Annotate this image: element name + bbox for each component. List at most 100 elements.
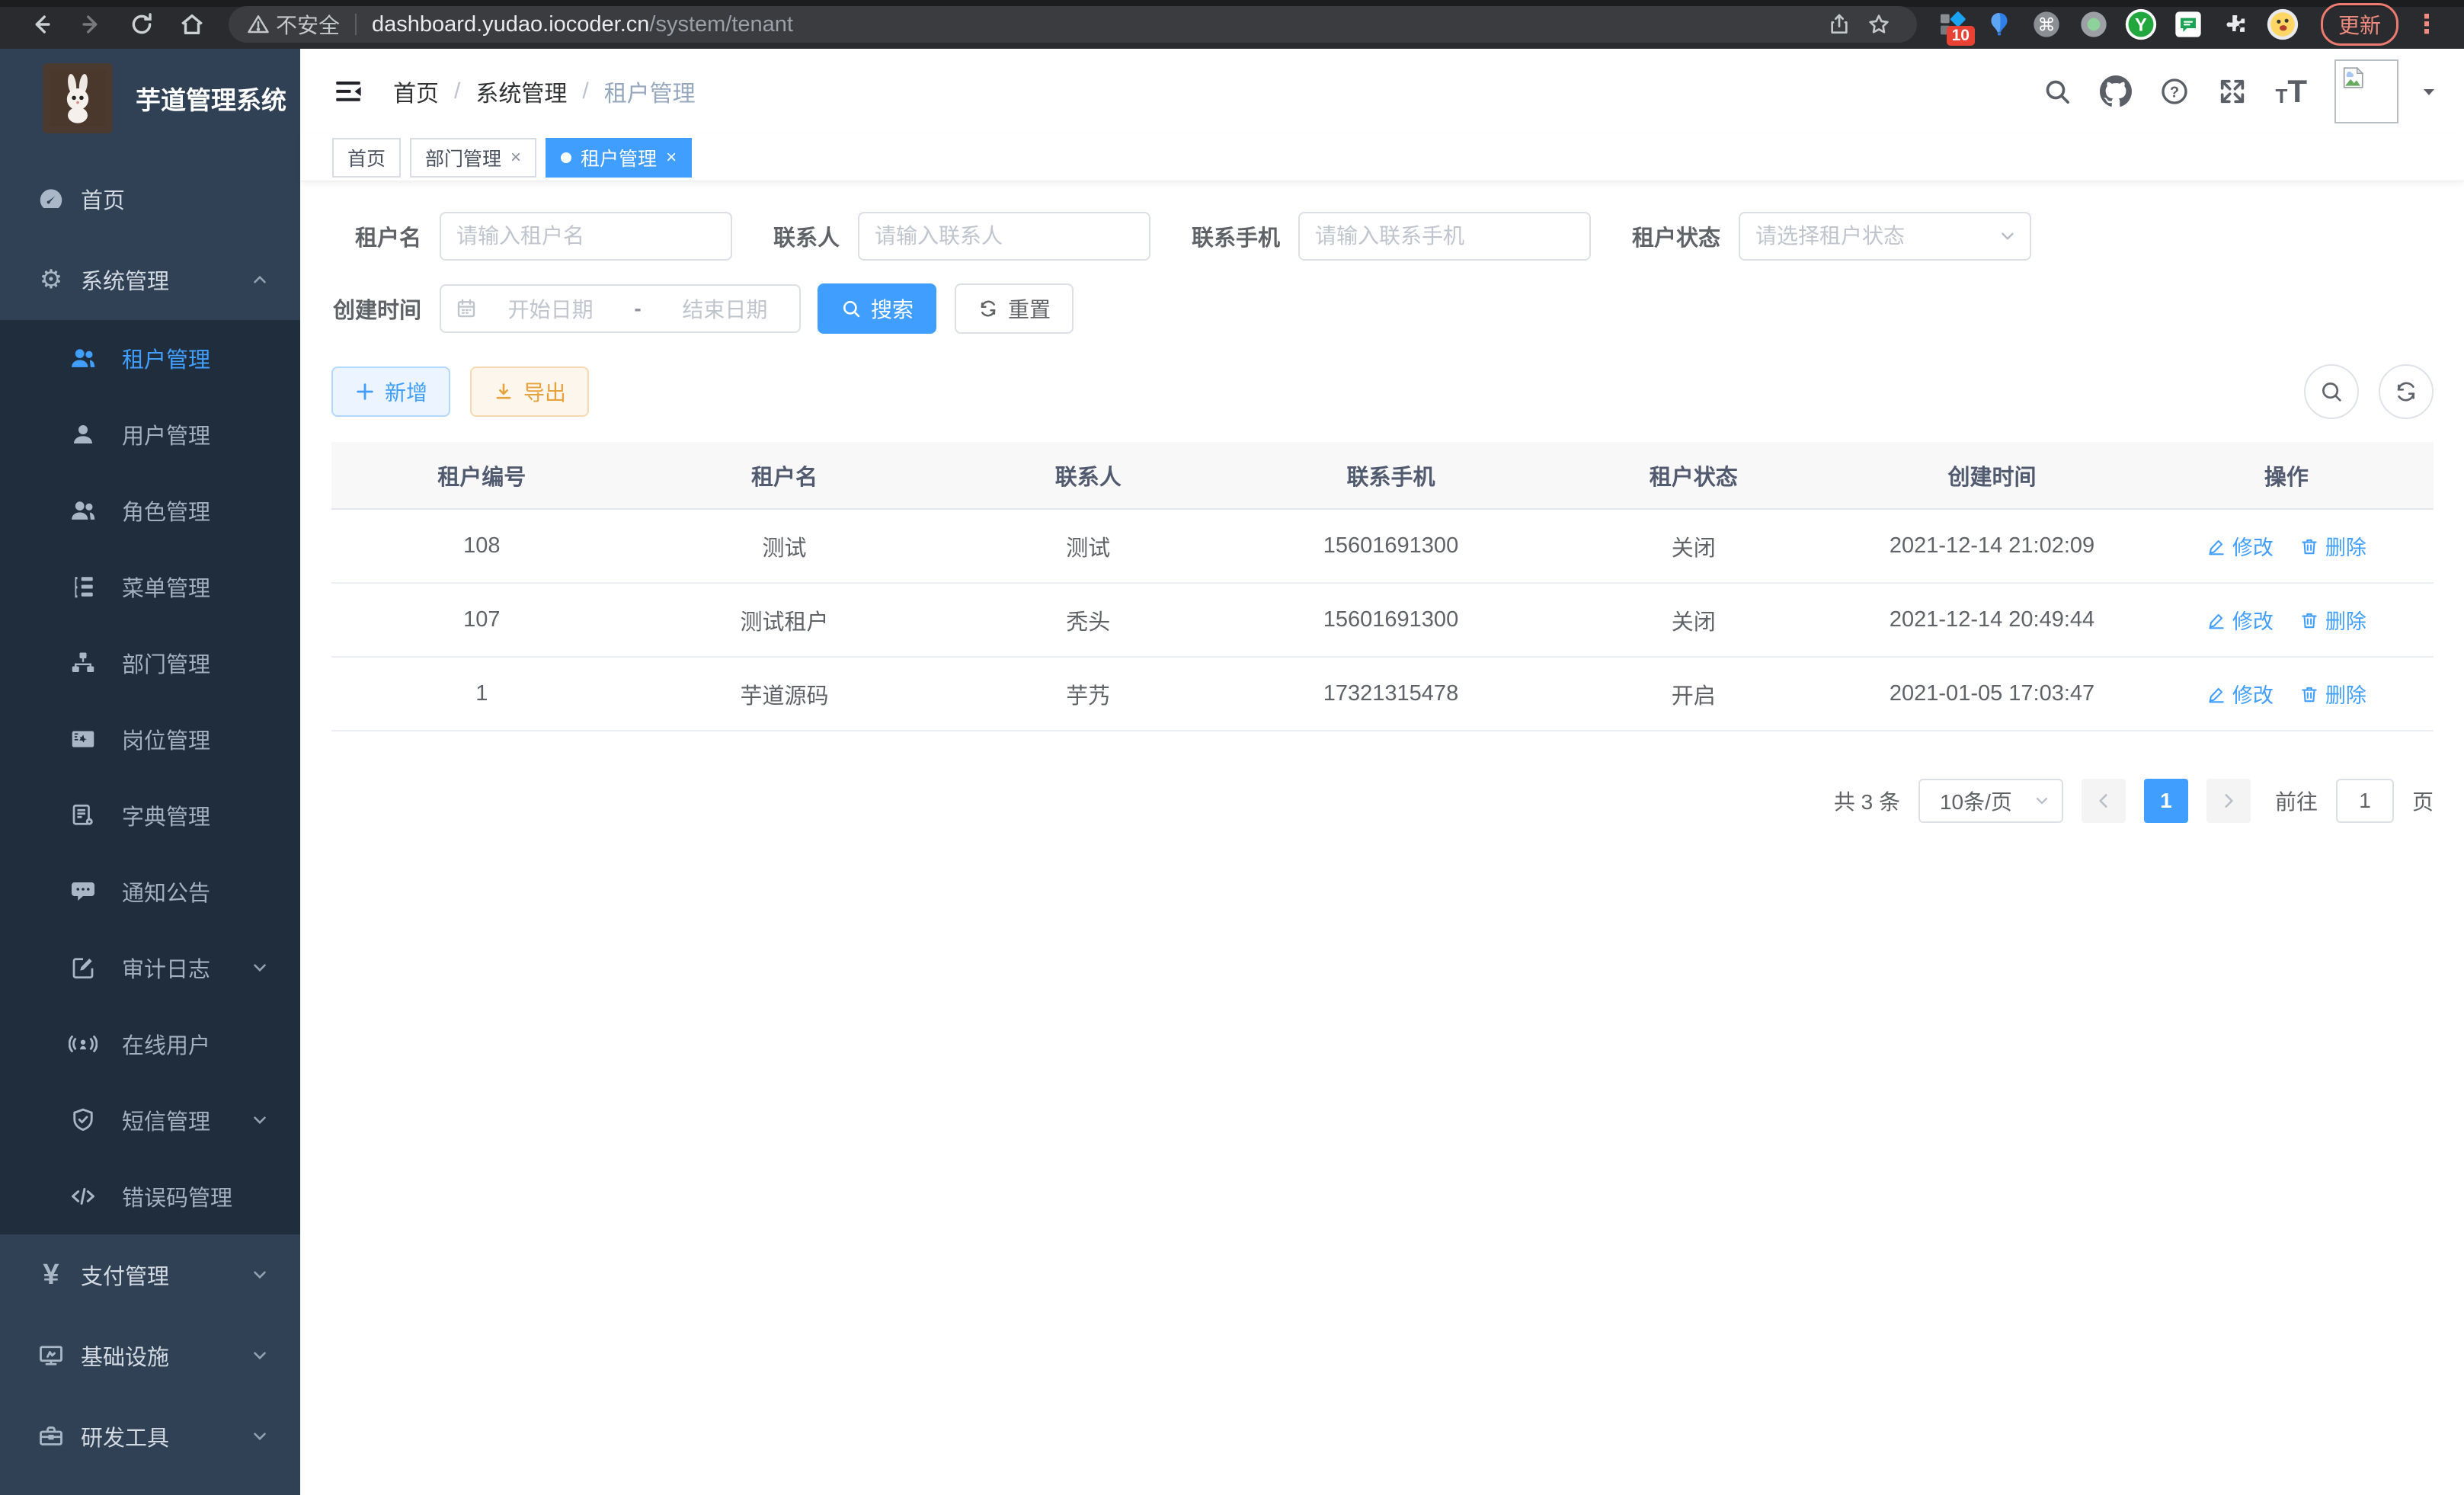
edit-link[interactable]: 修改 [2206, 531, 2274, 561]
breadcrumb-separator: / [582, 78, 588, 104]
share-icon[interactable] [1819, 5, 1859, 44]
next-page-button[interactable] [2206, 779, 2251, 823]
edit-link[interactable]: 修改 [2206, 605, 2274, 635]
font-size-icon[interactable]: TT [2275, 78, 2307, 104]
sidebar-item-dept[interactable]: 部门管理 [0, 625, 300, 701]
avatar-caret-icon[interactable] [2420, 82, 2438, 101]
table-row: 108 测试 测试 15601691300 关闭 2021-12-14 21:0… [331, 509, 2434, 583]
system-submenu: 租户管理 用户管理 角色管理 [0, 320, 300, 1234]
status-label: 租户状态 [1632, 220, 1720, 252]
avatar[interactable] [2334, 59, 2398, 123]
search-icon[interactable] [2042, 76, 2072, 107]
date-range-picker[interactable]: 开始日期 - 结束日期 [440, 284, 801, 333]
cell-contact: 测试 [937, 509, 1240, 583]
tab-tenant-active[interactable]: 租户管理 × [546, 138, 692, 178]
sidebar-item-tenant[interactable]: 租户管理 [0, 320, 300, 396]
sidebar-fold-icon[interactable] [332, 75, 364, 107]
sidebar-item-online[interactable]: 在线用户 [0, 1006, 300, 1082]
sidebar-item-infra[interactable]: 基础设施 [0, 1315, 300, 1396]
cell-status: 关闭 [1542, 583, 1845, 657]
edit-link[interactable]: 修改 [2206, 679, 2274, 709]
cell-created: 2021-01-05 17:03:47 [1845, 657, 2139, 731]
cell-id: 107 [331, 583, 632, 657]
extension-balloon-icon[interactable] [1979, 5, 2019, 44]
sidebar-item-dict[interactable]: 字典管理 [0, 777, 300, 853]
extension-y-green-icon[interactable]: Y [2121, 5, 2161, 44]
home-icon[interactable] [171, 6, 213, 43]
back-icon[interactable] [20, 6, 62, 43]
sidebar-item-system[interactable]: ⚙ 系统管理 [0, 239, 300, 320]
sidebar-item-user[interactable]: 用户管理 [0, 396, 300, 472]
forward-icon[interactable] [70, 6, 113, 43]
bookmark-star-icon[interactable] [1859, 5, 1899, 44]
page-1-button[interactable]: 1 [2144, 779, 2188, 823]
breadcrumb-system[interactable]: 系统管理 [475, 75, 567, 108]
sidebar-item-role[interactable]: 角色管理 [0, 472, 300, 549]
col-tenant-id: 租户编号 [331, 442, 632, 509]
sidebar-item-pay[interactable]: ¥ 支付管理 [0, 1234, 300, 1315]
sidebar-item-notice[interactable]: 通知公告 [0, 853, 300, 930]
edit-link-label: 修改 [2232, 605, 2274, 635]
reload-icon[interactable] [120, 6, 163, 43]
address-bar[interactable]: 不安全 dashboard.yudao.iocoder.cn /system/t… [229, 6, 1917, 43]
sidebar-item-label: 错误码管理 [122, 1180, 232, 1212]
tenant-name-label: 租户名 [331, 220, 421, 252]
help-icon[interactable]: ? [2159, 76, 2190, 107]
breadcrumb-home[interactable]: 首页 [393, 75, 439, 108]
close-icon[interactable]: × [666, 147, 677, 168]
refresh-icon [978, 298, 999, 319]
refresh-table-button[interactable] [2379, 364, 2434, 419]
goto-label: 前往 [2275, 786, 2318, 816]
code-icon [67, 1182, 99, 1211]
breadcrumb-current: 租户管理 [604, 75, 696, 108]
add-button[interactable]: 新增 [331, 367, 450, 417]
profile-avatar-emoji[interactable] [2263, 5, 2302, 44]
prev-page-button[interactable] [2082, 779, 2126, 823]
close-icon[interactable]: × [510, 147, 521, 168]
extensions-puzzle-icon[interactable] [2216, 5, 2255, 44]
search-button[interactable]: 搜索 [818, 283, 936, 334]
pagination: 共 3 条 10条/页 1 前往 页 [331, 779, 2434, 823]
cell-contact: 秃头 [937, 583, 1240, 657]
browser-menu-icon[interactable]: ⋮ [2414, 9, 2440, 40]
sidebar-item-devtools[interactable]: 研发工具 [0, 1396, 300, 1477]
contact-input[interactable] [858, 212, 1150, 261]
logo-row[interactable]: 芋道管理系统 [0, 49, 300, 148]
delete-link[interactable]: 删除 [2299, 605, 2366, 635]
show-search-toggle-button[interactable] [2304, 364, 2359, 419]
page-size-select[interactable]: 10条/页 [1918, 779, 2063, 823]
reset-button[interactable]: 重置 [955, 283, 1074, 334]
export-button[interactable]: 导出 [470, 367, 589, 417]
extension-blue-diamond-icon[interactable]: 10 [1932, 5, 1972, 44]
goto-page-input[interactable] [2336, 779, 2394, 823]
browser-update-button[interactable]: 更新 [2321, 3, 2398, 46]
svg-text:⌘: ⌘ [2037, 14, 2055, 34]
sidebar-item-audit[interactable]: 审计日志 [0, 930, 300, 1006]
delete-link[interactable]: 删除 [2299, 679, 2366, 709]
tab-home[interactable]: 首页 [332, 138, 401, 178]
sidebar-item-label: 岗位管理 [122, 723, 210, 755]
extension-gray-dot-icon[interactable] [2074, 5, 2114, 44]
sidebar: 芋道管理系统 首页 ⚙ 系统管理 [0, 49, 300, 1495]
extension-command-icon[interactable]: ⌘ [2027, 5, 2066, 44]
delete-link[interactable]: 删除 [2299, 531, 2366, 561]
start-date-placeholder: 开始日期 [490, 293, 611, 324]
status-select[interactable] [1739, 212, 2031, 261]
tab-dept[interactable]: 部门管理 × [410, 138, 536, 178]
total-count: 共 3 条 [1834, 786, 1900, 816]
sidebar-item-label: 租户管理 [122, 342, 210, 374]
github-icon[interactable] [2100, 75, 2132, 107]
contact-label: 联系人 [773, 220, 840, 252]
svg-text:Y: Y [2135, 14, 2147, 35]
sidebar-item-errcode[interactable]: 错误码管理 [0, 1158, 300, 1234]
sidebar-item-home[interactable]: 首页 [0, 158, 300, 239]
create-time-label: 创建时间 [331, 293, 421, 325]
tenant-name-input[interactable] [440, 212, 732, 261]
mobile-input[interactable] [1298, 212, 1591, 261]
fullscreen-icon[interactable] [2217, 76, 2248, 107]
sidebar-item-sms[interactable]: 短信管理 [0, 1082, 300, 1158]
sidebar-item-menu[interactable]: 菜单管理 [0, 549, 300, 625]
sidebar-item-post[interactable]: 岗位管理 [0, 701, 300, 777]
dict-book-icon [67, 802, 99, 829]
extension-chat-icon[interactable] [2168, 5, 2208, 44]
